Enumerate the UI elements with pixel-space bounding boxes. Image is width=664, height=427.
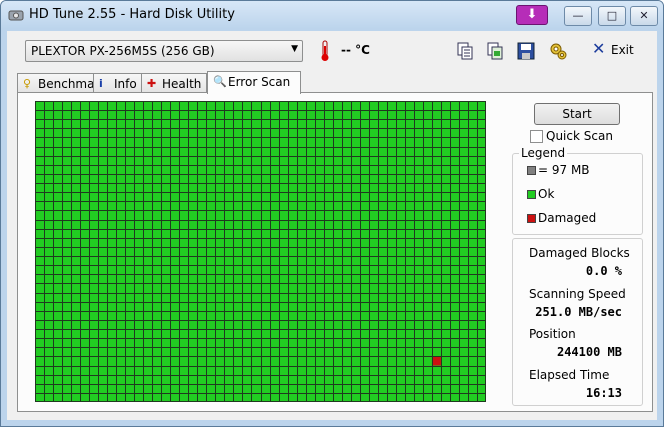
exit-label: Exit: [611, 43, 634, 57]
options-icon[interactable]: [548, 41, 568, 61]
damaged-blocks-label: Damaged Blocks: [529, 246, 630, 260]
damaged-blocks-value: 0.0 %: [585, 264, 622, 278]
stats-group: Damaged Blocks 0.0 % Scanning Speed 251.…: [512, 238, 643, 406]
error-scan-icon: 🔍: [213, 75, 227, 88]
legend-damaged-label: Damaged: [538, 211, 597, 225]
title-bar[interactable]: HD Tune 2.55 - Hard Disk Utility ⬇ — □ ✕: [1, 1, 663, 29]
position-value: 244100 MB: [556, 345, 622, 359]
info-icon: i: [99, 77, 103, 90]
tab-benchmark[interactable]: ♀ Benchmark: [17, 73, 106, 93]
save-icon[interactable]: [516, 41, 536, 61]
app-icon: [8, 10, 24, 21]
copy-info-icon[interactable]: [455, 41, 475, 61]
benchmark-icon: ♀: [23, 77, 32, 90]
temperature-readout: -- °C: [341, 43, 370, 57]
minimize-button[interactable]: —: [564, 6, 592, 26]
block-swatch: [527, 166, 536, 175]
position-label: Position: [529, 327, 576, 341]
tab-info[interactable]: i Info: [93, 73, 143, 93]
maximize-button[interactable]: □: [598, 6, 626, 26]
ok-swatch: [527, 190, 536, 199]
scan-block-grid: [35, 101, 486, 402]
thermometer-icon: [321, 40, 329, 61]
tab-health[interactable]: ✚ Health: [141, 73, 207, 93]
copy-screenshot-icon[interactable]: [485, 41, 505, 61]
damaged-block: [431, 356, 441, 366]
scanning-speed-label: Scanning Speed: [529, 287, 626, 301]
health-icon: ✚: [147, 77, 157, 90]
elapsed-time-value: 16:13: [585, 386, 622, 400]
close-button[interactable]: ✕: [630, 6, 658, 26]
error-scan-panel: Start Quick Scan Legend = 97 MB Ok Damag…: [17, 92, 653, 412]
drive-select[interactable]: PLEXTOR PX-256M5S (256 GB) ▼: [25, 40, 303, 62]
tab-error-scan-label: Error Scan: [228, 75, 291, 89]
quick-scan-box[interactable]: [530, 130, 543, 143]
scanning-speed-value: 251.0 MB/sec: [535, 305, 622, 319]
download-logo-icon[interactable]: ⬇: [516, 5, 548, 25]
window-title: HD Tune 2.55 - Hard Disk Utility: [29, 7, 235, 22]
exit-icon: ✕: [592, 39, 606, 58]
drive-select-value: PLEXTOR PX-256M5S (256 GB): [31, 44, 215, 58]
tab-error-scan[interactable]: 🔍 Error Scan: [207, 71, 301, 94]
chevron-down-icon: ▼: [291, 44, 298, 54]
quick-scan-label: Quick Scan: [546, 129, 613, 143]
elapsed-time-label: Elapsed Time: [529, 368, 610, 382]
tab-info-label: Info: [114, 77, 137, 91]
legend-title: Legend: [519, 146, 568, 160]
legend-ok-label: Ok: [538, 187, 555, 201]
app-window: HD Tune 2.55 - Hard Disk Utility ⬇ — □ ✕…: [0, 0, 664, 427]
legend-block-size-label: = 97 MB: [538, 163, 590, 177]
legend-group: Legend = 97 MB Ok Damaged: [512, 146, 643, 235]
client-area: PLEXTOR PX-256M5S (256 GB) ▼ -- °C ✕ Exi…: [7, 31, 657, 420]
start-button[interactable]: Start: [534, 103, 620, 125]
damaged-swatch: [527, 214, 536, 223]
tab-health-label: Health: [162, 77, 202, 91]
